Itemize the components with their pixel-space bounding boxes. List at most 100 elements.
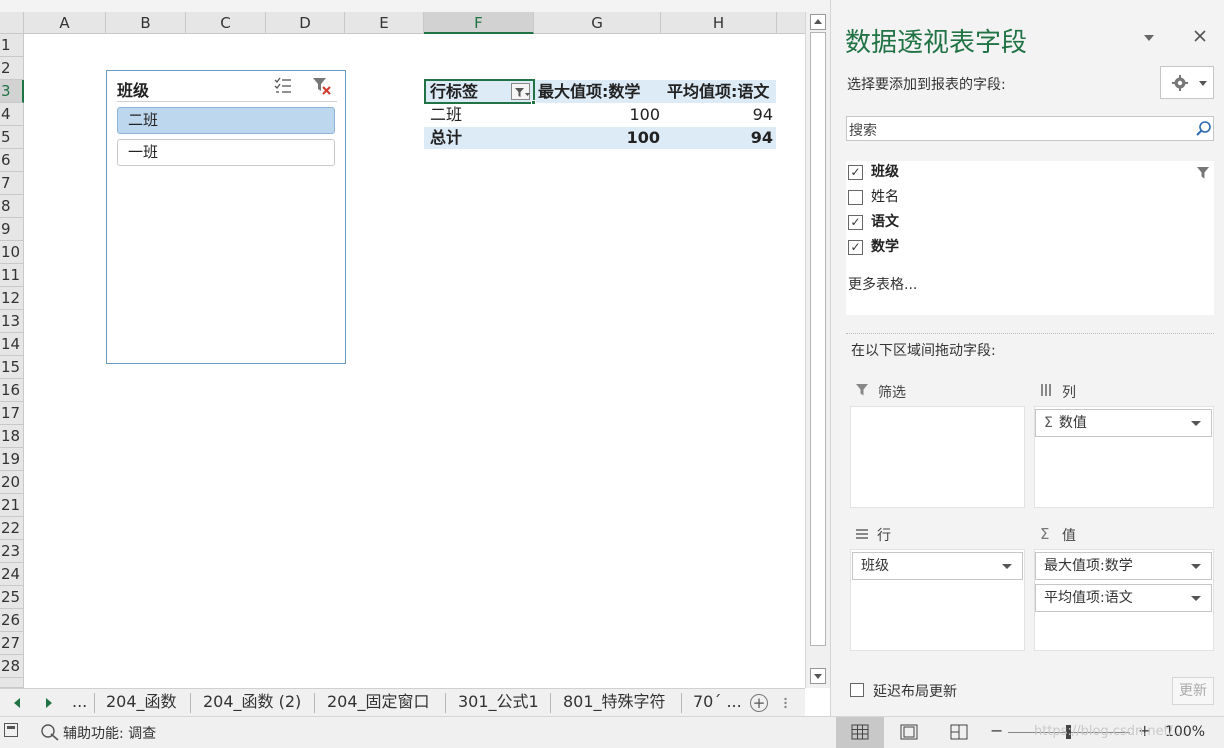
row-header[interactable]: 12	[0, 287, 24, 310]
sheet-tab[interactable]: 301_公式1	[458, 689, 539, 716]
tab-scroll-left-icon[interactable]	[14, 698, 20, 708]
row-header[interactable]: 3	[0, 80, 24, 103]
scroll-thumb[interactable]	[810, 32, 826, 646]
panel-title: 数据透视表字段	[845, 28, 1028, 58]
tab-separator	[94, 693, 95, 713]
values-field-pill[interactable]: 最大值项:数学	[1035, 552, 1212, 580]
pivot-row-label-header[interactable]: 行标签	[430, 81, 478, 103]
rows-field-pill[interactable]: 班级	[852, 552, 1023, 580]
field-item-chinese[interactable]: ✓ 语文	[848, 211, 899, 233]
defer-update-checkbox[interactable]	[850, 683, 864, 697]
checkbox-unchecked[interactable]	[848, 189, 863, 205]
pivot-cell[interactable]: 100	[540, 104, 660, 126]
row-header[interactable]: 20	[0, 471, 24, 494]
column-header-d[interactable]: D	[266, 12, 345, 34]
row-header[interactable]: 17	[0, 402, 24, 425]
row-header[interactable]: 19	[0, 448, 24, 471]
column-header-g[interactable]: G	[534, 12, 661, 34]
pivot-value-header[interactable]: 平均值项:语文	[667, 81, 769, 103]
tab-scroll-right-icon[interactable]	[46, 698, 52, 708]
tab-splitter-icon[interactable]	[784, 694, 787, 712]
checkbox-checked[interactable]: ✓	[848, 214, 863, 230]
multi-select-icon[interactable]	[273, 76, 293, 96]
column-header-e[interactable]: E	[345, 12, 424, 34]
checkbox-checked[interactable]: ✓	[848, 164, 863, 180]
normal-view-button[interactable]	[836, 717, 884, 748]
add-sheet-icon[interactable]: +	[750, 694, 768, 712]
columns-field-pill[interactable]: Σ 数值	[1035, 409, 1212, 437]
column-header-a[interactable]: A	[24, 12, 106, 34]
sheet-tab[interactable]: 204_函数 (2)	[203, 689, 301, 716]
column-header-c[interactable]: C	[186, 12, 266, 34]
pivot-row-label[interactable]: 二班	[430, 104, 462, 126]
pivot-value-header[interactable]: 最大值项:数学	[538, 81, 640, 103]
sheet-tab[interactable]: 204_固定窗口	[327, 689, 430, 716]
scroll-up-button[interactable]	[810, 14, 826, 30]
column-header-f[interactable]: F	[424, 12, 534, 34]
filter-drop-zone[interactable]	[850, 406, 1025, 508]
select-all-corner[interactable]	[0, 12, 24, 34]
vertical-scrollbar[interactable]	[805, 12, 830, 688]
field-search-box[interactable]: 搜索	[846, 116, 1214, 141]
more-tables-link[interactable]: 更多表格...	[848, 274, 917, 294]
row-header[interactable]: 8	[0, 195, 24, 218]
pivot-total-cell[interactable]: 100	[540, 127, 660, 149]
pivot-total-cell[interactable]: 94	[660, 127, 773, 149]
row-header[interactable]: 26	[0, 609, 24, 632]
slicer-class[interactable]: 班级 二班 一班	[106, 70, 346, 364]
row-header[interactable]: 11	[0, 264, 24, 287]
row-header[interactable]: 13	[0, 310, 24, 333]
row-header[interactable]: 27	[0, 632, 24, 655]
field-item-math[interactable]: ✓ 数学	[848, 236, 899, 258]
tab-overflow[interactable]: ...	[72, 689, 87, 716]
field-item-name[interactable]: 姓名	[848, 186, 899, 208]
row-header[interactable]: 23	[0, 540, 24, 563]
sheet-tab[interactable]: 70´ ...	[693, 689, 742, 716]
row-header[interactable]: 4	[0, 103, 24, 126]
row-header[interactable]: 2	[0, 57, 24, 80]
sheet-tab[interactable]: 801_特殊字符	[563, 689, 666, 716]
accessibility-status[interactable]: 辅助功能: 调查	[63, 723, 156, 743]
checkbox-checked[interactable]: ✓	[848, 239, 863, 255]
row-header[interactable]: 14	[0, 333, 24, 356]
pivot-total-label[interactable]: 总计	[430, 127, 462, 149]
pivot-cell[interactable]: 94	[660, 104, 773, 126]
row-header[interactable]: 18	[0, 425, 24, 448]
clear-filter-icon[interactable]	[311, 75, 333, 97]
row-header[interactable]: 6	[0, 149, 24, 172]
values-field-pill[interactable]: 平均值项:语文	[1035, 584, 1212, 612]
row-header[interactable]: 25	[0, 586, 24, 609]
row-header[interactable]: 16	[0, 379, 24, 402]
row-header[interactable]: 1	[0, 34, 24, 57]
column-header-b[interactable]: B	[106, 12, 186, 34]
sheet-tab[interactable]: 204_函数	[106, 689, 177, 716]
row-header[interactable]: 21	[0, 494, 24, 517]
row-header[interactable]: 24	[0, 563, 24, 586]
scroll-down-button[interactable]	[810, 668, 826, 684]
fill-handle[interactable]	[531, 100, 536, 105]
update-button[interactable]: 更新	[1172, 677, 1214, 705]
search-input[interactable]: 搜索	[849, 120, 877, 140]
tab-separator	[681, 693, 682, 713]
panel-splitter[interactable]	[846, 333, 1214, 334]
row-header[interactable]: 9	[0, 218, 24, 241]
close-icon[interactable]	[1192, 28, 1208, 44]
row-header[interactable]: 22	[0, 517, 24, 540]
macro-record-icon[interactable]	[4, 723, 18, 737]
row-header[interactable]: 10	[0, 241, 24, 264]
slicer-item[interactable]: 二班	[117, 107, 335, 134]
search-icon[interactable]	[1195, 120, 1213, 138]
row-header[interactable]: 7	[0, 172, 24, 195]
panel-options-chevron-icon[interactable]	[1144, 35, 1154, 41]
row-header[interactable]: 15	[0, 356, 24, 379]
slicer-item[interactable]: 一班	[117, 139, 335, 166]
row-header[interactable]: 28	[0, 655, 24, 678]
page-break-view-icon[interactable]	[950, 724, 968, 744]
row-header[interactable]: 5	[0, 126, 24, 149]
pivot-filter-dropdown[interactable]	[511, 83, 530, 100]
tools-button[interactable]	[1160, 66, 1214, 99]
field-item-class[interactable]: ✓ 班级	[848, 161, 899, 183]
page-layout-view-icon[interactable]	[900, 724, 918, 744]
column-header-h[interactable]: H	[661, 12, 777, 34]
zoom-out-button[interactable]: −	[990, 721, 1003, 740]
